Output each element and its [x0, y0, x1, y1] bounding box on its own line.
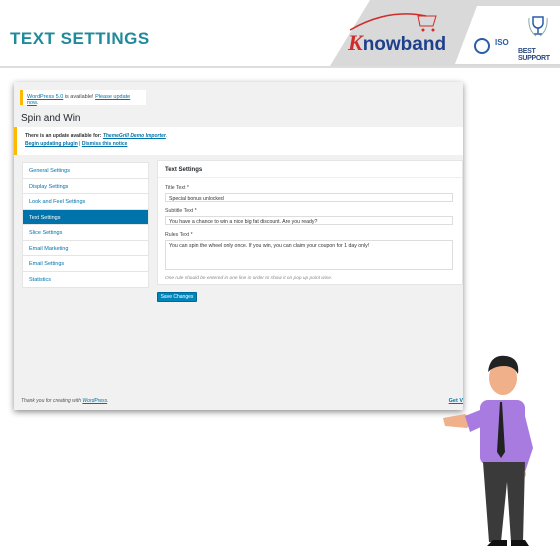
plugin-heading: Spin and Win	[21, 113, 81, 124]
notice-text: is available!	[63, 94, 96, 100]
sidebar-item-display-settings[interactable]: Display Settings	[23, 179, 148, 194]
sidebar-item-look-and-feel-settings[interactable]: Look and Feel Settings	[23, 194, 148, 210]
footer-end: .	[107, 398, 109, 404]
certification-badge-icon	[474, 38, 490, 54]
rules-text-textarea[interactable]: You can spin the wheel only once. If you…	[165, 240, 453, 270]
footer-thanks: Thank you for creating with	[21, 398, 83, 404]
sidebar-item-general-settings[interactable]: General Settings	[23, 163, 148, 179]
sidebar-item-statistics[interactable]: Statistics	[23, 272, 148, 288]
notice-end: .	[165, 133, 168, 139]
subtitle-text-input[interactable]: You have a chance to win a nice big fat …	[165, 216, 453, 225]
subtitle-text-label: Subtitle Text *	[165, 208, 197, 214]
cart-icon	[349, 13, 437, 32]
plugin-update-notice: There is an update available for: ThemeG…	[14, 127, 463, 155]
sidebar-item-slice-settings[interactable]: Slice Settings	[23, 225, 148, 241]
header: TEXT SETTINGS Knowband ISO BEST SUPPORT	[0, 0, 560, 68]
presenter-illustration	[443, 355, 533, 546]
rules-text-label: Rules Text *	[165, 232, 193, 238]
update-notice: WordPress 5.0 is available! Please updat…	[20, 90, 146, 106]
sidebar-item-text-settings[interactable]: Text Settings	[23, 209, 148, 225]
title-text-input[interactable]: Special bonus unlocked	[165, 193, 453, 202]
dismiss-notice-link[interactable]: Dismiss this notice	[82, 141, 128, 147]
save-changes-button[interactable]: Save Changes	[157, 292, 197, 302]
begin-updating-link[interactable]: Begin updating plugin	[25, 141, 78, 147]
best-support-label: BEST SUPPORT	[518, 48, 550, 62]
plugin-link[interactable]: ThemeGrill Demo Importer	[103, 133, 166, 139]
knowband-logo: Knowband	[348, 13, 446, 56]
rules-hint: One rule should be entered in one line i…	[165, 276, 333, 281]
plugin-notice-text: There is an update available for:	[25, 133, 103, 139]
wordpress-link[interactable]: WordPress	[82, 398, 107, 404]
text-settings-panel: Text Settings Title Text * Special bonus…	[157, 160, 463, 285]
notice-end: .	[36, 100, 39, 106]
wordpress-admin-screenshot: WordPress 5.0 is available! Please updat…	[14, 82, 463, 410]
footer-text: Thank you for creating with WordPress.	[21, 398, 109, 404]
page-title: TEXT SETTINGS	[10, 29, 150, 48]
sidebar-item-email-settings[interactable]: Email Settings	[23, 256, 148, 272]
sidebar-item-email-marketing[interactable]: Email Marketing	[23, 241, 148, 256]
settings-sidebar: General Settings Display Settings Look a…	[22, 162, 149, 288]
title-text-label: Title Text *	[165, 185, 189, 191]
iso-badge: ISO	[495, 38, 509, 47]
panel-title: Text Settings	[158, 161, 462, 178]
trophy-icon	[528, 16, 548, 37]
